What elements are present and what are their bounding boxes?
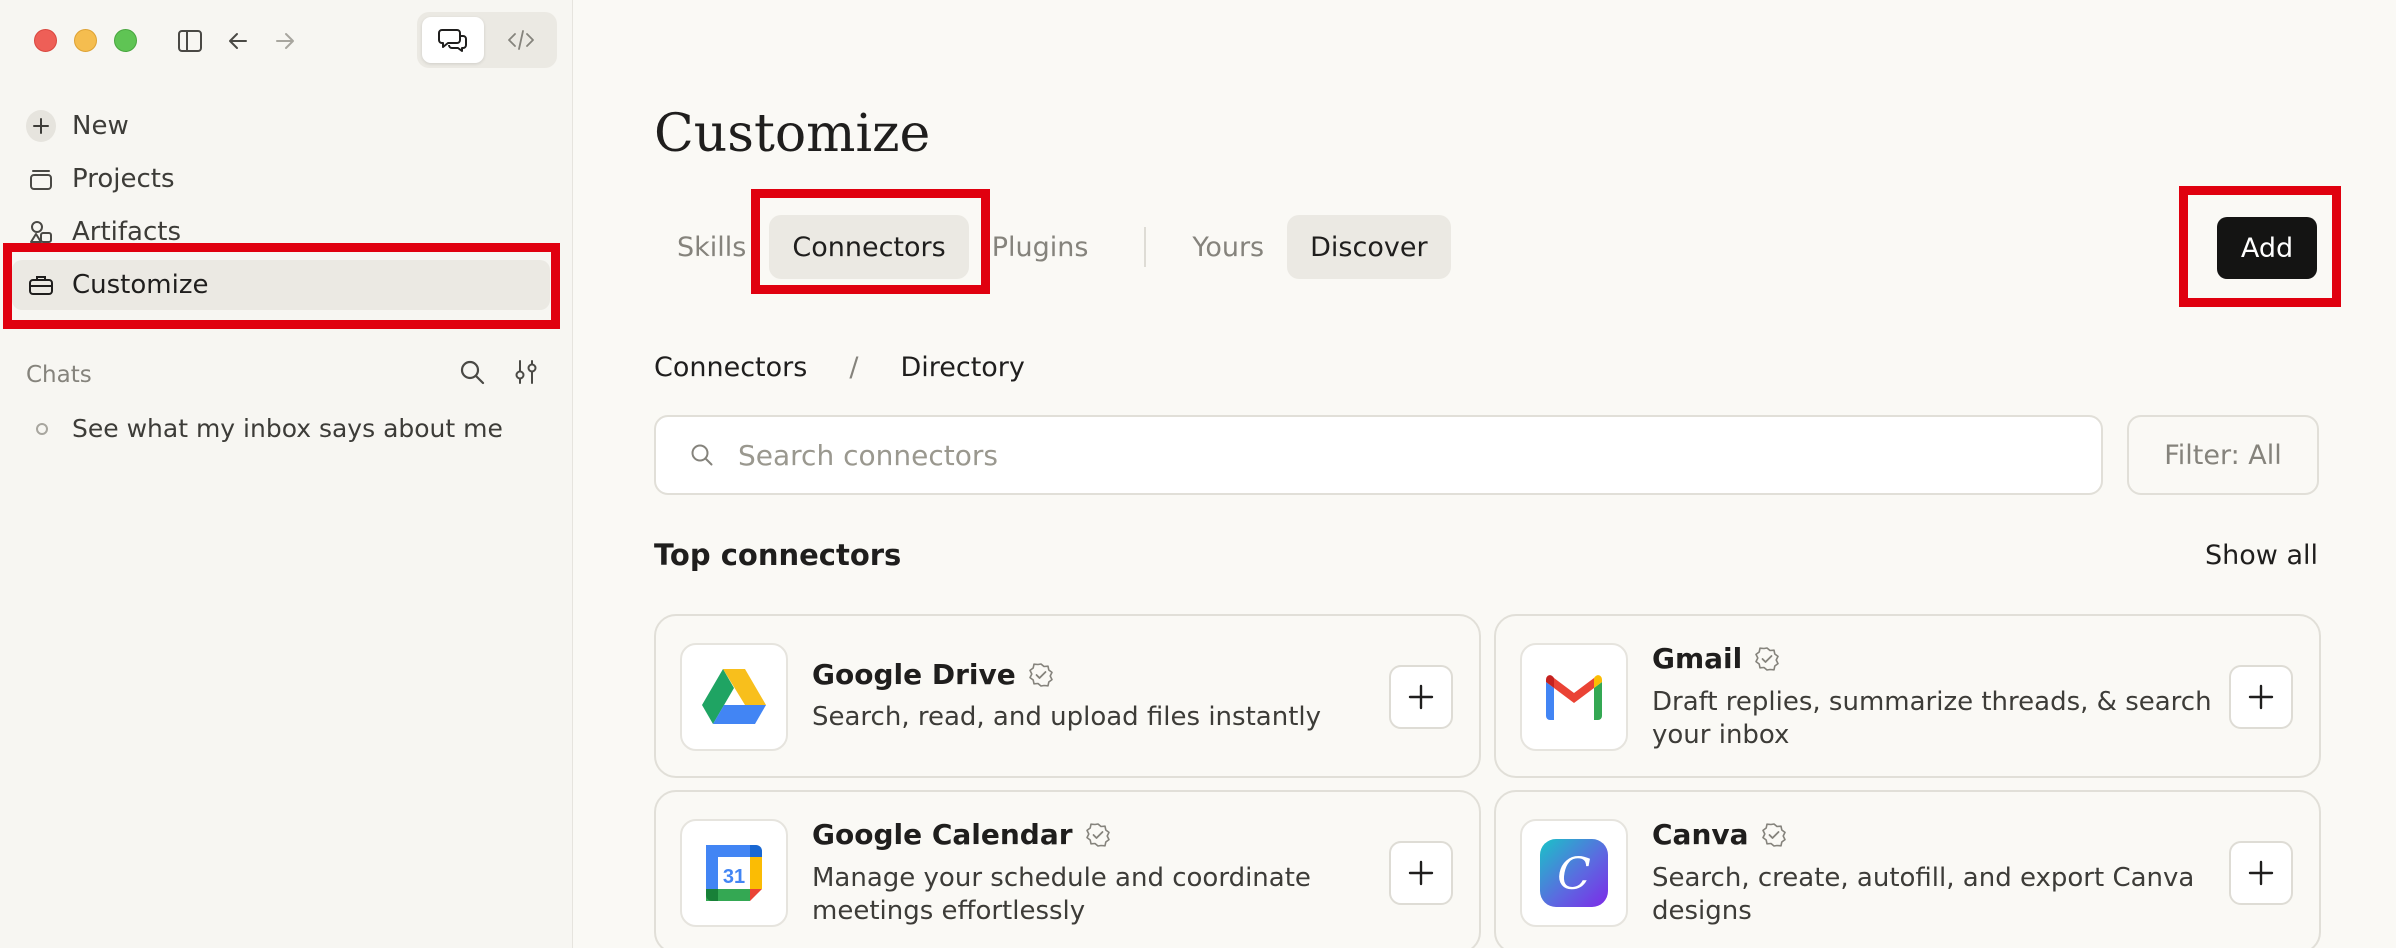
add-button[interactable]: Add [2217, 217, 2317, 279]
connector-card[interactable]: Gmail Draft replies, summarize threads, … [1494, 614, 2321, 778]
gmail-icon [1520, 643, 1628, 751]
minimize-window-button[interactable] [74, 29, 97, 52]
sidebar-item-projects[interactable]: Projects [12, 154, 550, 204]
tab-yours[interactable]: Yours [1169, 215, 1287, 279]
code-icon [508, 30, 534, 50]
tab-divider [1144, 227, 1147, 267]
google-calendar-icon: 31 [680, 819, 788, 927]
briefcase-icon [26, 270, 56, 300]
sidebar: New Projects Artifacts Customize Chats S… [0, 0, 573, 948]
maximize-window-button[interactable] [114, 29, 137, 52]
chat-title: See what my inbox says about me [72, 414, 503, 443]
connector-name: Google Calendar [812, 818, 1073, 851]
connector-name: Canva [1652, 818, 1749, 851]
google-drive-icon [680, 643, 788, 751]
search-icon [691, 444, 713, 466]
tab-bar: Skills Connectors Plugins Yours Discover [654, 214, 1451, 280]
sidebar-item-customize[interactable]: Customize [12, 260, 550, 310]
artifacts-icon [26, 217, 56, 247]
projects-icon [26, 164, 56, 194]
plus-icon [2248, 860, 2274, 886]
search-icon[interactable] [458, 358, 486, 390]
search-box[interactable] [654, 415, 2103, 495]
sidebar-item-label: Projects [72, 164, 175, 194]
sidebar-item-label: New [72, 111, 129, 141]
verified-badge-icon [1755, 646, 1780, 671]
connector-name: Gmail [1652, 642, 1743, 675]
search-input[interactable] [738, 438, 2038, 472]
show-all-link[interactable]: Show all [2205, 540, 2318, 571]
chats-section-label: Chats [26, 362, 92, 388]
canva-icon: C [1520, 819, 1628, 927]
forward-arrow-icon[interactable] [268, 24, 302, 58]
connector-description: Search, read, and upload files instantly [812, 702, 1321, 732]
sidebar-toggle-icon[interactable] [173, 24, 207, 58]
tab-discover[interactable]: Discover [1287, 215, 1451, 279]
sidebar-item-artifacts[interactable]: Artifacts [12, 207, 550, 257]
chat-status-dot [36, 422, 48, 435]
sidebar-item-new[interactable]: New [12, 101, 550, 151]
section-title: Top connectors [654, 538, 902, 572]
plus-icon [26, 110, 56, 142]
connector-name: Google Drive [812, 658, 1016, 691]
plus-icon [1408, 860, 1434, 886]
tab-skills[interactable]: Skills [654, 215, 769, 279]
chat-mode-button[interactable] [422, 17, 484, 63]
sidebar-item-label: Customize [72, 270, 209, 300]
calendar-day-number: 31 [723, 866, 745, 888]
add-connector-button[interactable] [1389, 665, 1453, 729]
window-controls [34, 29, 137, 52]
chats-tools [458, 358, 540, 390]
connector-card[interactable]: 31 Google Calendar Manage your schedule … [654, 790, 1481, 948]
canva-letter: C [1557, 849, 1591, 900]
breadcrumb: Connectors / Directory [654, 352, 1025, 383]
connector-card[interactable]: Google Drive Search, read, and upload fi… [654, 614, 1481, 778]
main-content: Customize Skills Connectors Plugins Your… [574, 0, 2396, 948]
breadcrumb-separator: / [849, 352, 859, 383]
mode-toggle [417, 12, 557, 68]
close-window-button[interactable] [34, 29, 57, 52]
connector-description: Search, create, autofill, and export Can… [1652, 863, 2195, 926]
add-connector-button[interactable] [2229, 841, 2293, 905]
code-mode-button[interactable] [490, 17, 552, 63]
connector-description: Draft replies, summarize threads, & sear… [1652, 687, 2212, 750]
chat-list-item[interactable]: See what my inbox says about me [26, 414, 503, 443]
page-title: Customize [654, 104, 931, 164]
verified-badge-icon [1028, 662, 1053, 687]
back-arrow-icon[interactable] [221, 24, 255, 58]
connector-description: Manage your schedule and coordinate meet… [812, 863, 1311, 926]
sidebar-item-label: Artifacts [72, 217, 182, 247]
breadcrumb-current: Directory [900, 352, 1025, 383]
connector-card[interactable]: C Canva Search, create, autofill, and ex… [1494, 790, 2321, 948]
breadcrumb-parent[interactable]: Connectors [654, 352, 807, 383]
verified-badge-icon [1761, 822, 1786, 847]
tab-connectors[interactable]: Connectors [769, 215, 969, 279]
filter-sliders-icon[interactable] [512, 358, 540, 390]
tab-plugins[interactable]: Plugins [969, 215, 1112, 279]
verified-badge-icon [1085, 822, 1110, 847]
chat-bubbles-icon [438, 29, 467, 52]
filter-dropdown[interactable]: Filter: All [2127, 415, 2319, 495]
plus-icon [2248, 684, 2274, 710]
add-connector-button[interactable] [2229, 665, 2293, 729]
plus-icon [1408, 684, 1434, 710]
add-connector-button[interactable] [1389, 841, 1453, 905]
